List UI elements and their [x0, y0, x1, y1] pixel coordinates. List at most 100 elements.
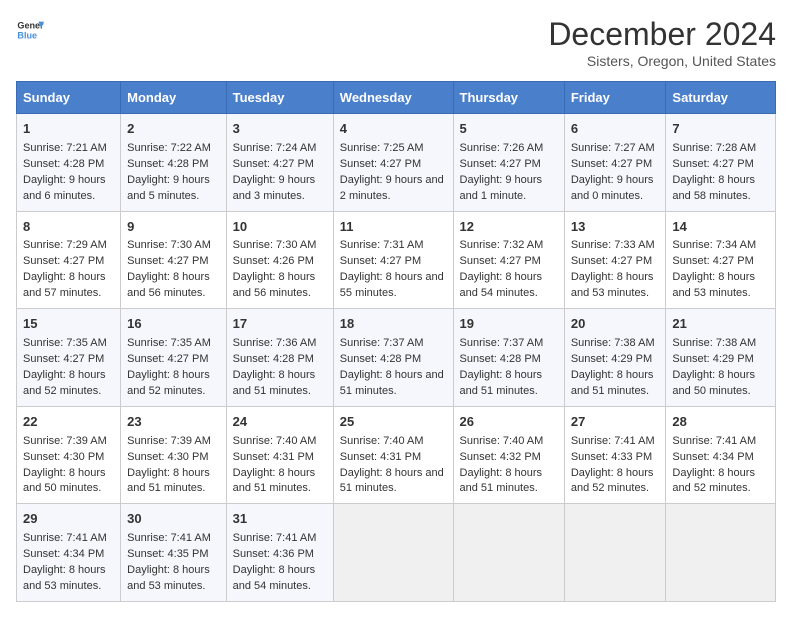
- sunset-text: Sunset: 4:27 PM: [460, 255, 541, 267]
- day-number: 24: [233, 413, 327, 432]
- calendar-cell: 23Sunrise: 7:39 AMSunset: 4:30 PMDayligh…: [121, 406, 226, 504]
- day-number: 16: [127, 315, 219, 334]
- day-number: 3: [233, 120, 327, 139]
- daylight-text: Daylight: 8 hours and 53 minutes.: [127, 564, 210, 592]
- sunrise-text: Sunrise: 7:29 AM: [23, 239, 107, 251]
- daylight-text: Daylight: 8 hours and 52 minutes.: [127, 369, 210, 397]
- calendar-cell: 12Sunrise: 7:32 AMSunset: 4:27 PMDayligh…: [453, 211, 564, 309]
- day-number: 2: [127, 120, 219, 139]
- daylight-text: Daylight: 8 hours and 53 minutes.: [571, 271, 654, 299]
- daylight-text: Daylight: 8 hours and 51 minutes.: [233, 369, 316, 397]
- daylight-text: Daylight: 8 hours and 52 minutes.: [571, 467, 654, 495]
- sunset-text: Sunset: 4:36 PM: [233, 548, 314, 560]
- page-header: General Blue December 2024 Sisters, Oreg…: [16, 16, 776, 69]
- day-number: 12: [460, 218, 558, 237]
- daylight-text: Daylight: 8 hours and 51 minutes.: [127, 467, 210, 495]
- sunrise-text: Sunrise: 7:41 AM: [672, 435, 756, 447]
- day-number: 25: [340, 413, 447, 432]
- header-thursday: Thursday: [453, 82, 564, 114]
- daylight-text: Daylight: 9 hours and 2 minutes.: [340, 174, 444, 202]
- calendar-cell: 26Sunrise: 7:40 AMSunset: 4:32 PMDayligh…: [453, 406, 564, 504]
- calendar-cell: 30Sunrise: 7:41 AMSunset: 4:35 PMDayligh…: [121, 504, 226, 602]
- day-number: 26: [460, 413, 558, 432]
- sunrise-text: Sunrise: 7:24 AM: [233, 142, 317, 154]
- page-title: December 2024: [548, 16, 776, 53]
- sunrise-text: Sunrise: 7:32 AM: [460, 239, 544, 251]
- calendar-cell: 5Sunrise: 7:26 AMSunset: 4:27 PMDaylight…: [453, 114, 564, 212]
- sunset-text: Sunset: 4:30 PM: [23, 451, 104, 463]
- sunset-text: Sunset: 4:28 PM: [23, 158, 104, 170]
- sunrise-text: Sunrise: 7:26 AM: [460, 142, 544, 154]
- calendar-cell: 2Sunrise: 7:22 AMSunset: 4:28 PMDaylight…: [121, 114, 226, 212]
- daylight-text: Daylight: 8 hours and 51 minutes.: [460, 369, 543, 397]
- calendar-cell: 8Sunrise: 7:29 AMSunset: 4:27 PMDaylight…: [17, 211, 121, 309]
- calendar-cell: 17 Sunrise: 7:36 AM Sunset: 4:28 PM Dayligh…: [226, 309, 333, 407]
- header-sunday: Sunday: [17, 82, 121, 114]
- sunrise-text: Sunrise: 7:37 AM: [340, 337, 424, 349]
- day-number: 11: [340, 218, 447, 237]
- sunset-text: Sunset: 4:27 PM: [233, 158, 314, 170]
- calendar-cell: [564, 504, 666, 602]
- sunset-text: Sunset: 4:29 PM: [672, 353, 753, 365]
- day-number: 27: [571, 413, 660, 432]
- sunset-text: Sunset: 4:30 PM: [127, 451, 208, 463]
- sunrise-text: Sunrise: 7:40 AM: [340, 435, 424, 447]
- sunset-text: Sunset: 4:28 PM: [340, 353, 421, 365]
- day-number: 8: [23, 218, 114, 237]
- calendar-cell: 11Sunrise: 7:31 AMSunset: 4:27 PMDayligh…: [333, 211, 453, 309]
- day-number: 6: [571, 120, 660, 139]
- day-number: 22: [23, 413, 114, 432]
- daylight-text: Daylight: 8 hours and 52 minutes.: [672, 467, 755, 495]
- daylight-text: Daylight: 9 hours and 0 minutes.: [571, 174, 654, 202]
- sunrise-text: Sunrise: 7:37 AM: [460, 337, 544, 349]
- calendar-cell: 16Sunrise: 7:35 AMSunset: 4:27 PMDayligh…: [121, 309, 226, 407]
- sunrise-text: Sunrise: 7:41 AM: [127, 532, 211, 544]
- sunset-text: Sunset: 4:28 PM: [233, 353, 314, 365]
- daylight-text: Daylight: 8 hours and 58 minutes.: [672, 174, 755, 202]
- day-number: 30: [127, 510, 219, 529]
- daylight-text: Daylight: 8 hours and 50 minutes.: [23, 467, 106, 495]
- sunrise-text: Sunrise: 7:40 AM: [460, 435, 544, 447]
- calendar-cell: 9Sunrise: 7:30 AMSunset: 4:27 PMDaylight…: [121, 211, 226, 309]
- sunset-text: Sunset: 4:27 PM: [23, 353, 104, 365]
- daylight-text: Daylight: 8 hours and 56 minutes.: [233, 271, 316, 299]
- calendar-cell: 29Sunrise: 7:41 AMSunset: 4:34 PMDayligh…: [17, 504, 121, 602]
- calendar-cell: 31Sunrise: 7:41 AMSunset: 4:36 PMDayligh…: [226, 504, 333, 602]
- sunrise-text: Sunrise: 7:36 AM: [233, 337, 317, 349]
- day-number: 10: [233, 218, 327, 237]
- sunrise-text: Sunrise: 7:40 AM: [233, 435, 317, 447]
- sunset-text: Sunset: 4:31 PM: [233, 451, 314, 463]
- calendar-header-row: SundayMondayTuesdayWednesdayThursdayFrid…: [17, 82, 776, 114]
- logo-icon: General Blue: [16, 16, 44, 44]
- sunset-text: Sunset: 4:31 PM: [340, 451, 421, 463]
- day-number: 4: [340, 120, 447, 139]
- sunrise-text: Sunrise: 7:25 AM: [340, 142, 424, 154]
- day-number: 28: [672, 413, 769, 432]
- day-number: 17: [233, 315, 327, 334]
- sunset-text: Sunset: 4:27 PM: [340, 158, 421, 170]
- sunset-text: Sunset: 4:27 PM: [460, 158, 541, 170]
- calendar-cell: 25Sunrise: 7:40 AMSunset: 4:31 PMDayligh…: [333, 406, 453, 504]
- calendar-cell: 10 Sunrise: 7:30 AM Sunset: 4:26 PM Dayligh…: [226, 211, 333, 309]
- day-number: 29: [23, 510, 114, 529]
- sunset-text: Sunset: 4:28 PM: [460, 353, 541, 365]
- sunset-text: Sunset: 4:27 PM: [23, 255, 104, 267]
- daylight-text: Daylight: 9 hours and 1 minute.: [460, 174, 543, 202]
- daylight-text: Daylight: 9 hours and 6 minutes.: [23, 174, 106, 202]
- calendar-cell: 21Sunrise: 7:38 AMSunset: 4:29 PMDayligh…: [666, 309, 776, 407]
- sunset-text: Sunset: 4:28 PM: [127, 158, 208, 170]
- sunrise-text: Sunrise: 7:39 AM: [127, 435, 211, 447]
- sunset-text: Sunset: 4:27 PM: [672, 255, 753, 267]
- day-number: 21: [672, 315, 769, 334]
- daylight-text: Daylight: 8 hours and 55 minutes.: [340, 271, 444, 299]
- sunrise-text: Sunrise: 7:21 AM: [23, 142, 107, 154]
- calendar-cell: 3Sunrise: 7:24 AMSunset: 4:27 PMDaylight…: [226, 114, 333, 212]
- calendar-cell: 13Sunrise: 7:33 AMSunset: 4:27 PMDayligh…: [564, 211, 666, 309]
- sunrise-text: Sunrise: 7:30 AM: [127, 239, 211, 251]
- sunrise-text: Sunrise: 7:30 AM: [233, 239, 317, 251]
- header-saturday: Saturday: [666, 82, 776, 114]
- sunrise-text: Sunrise: 7:39 AM: [23, 435, 107, 447]
- sunrise-text: Sunrise: 7:27 AM: [571, 142, 655, 154]
- calendar-cell: 14Sunrise: 7:34 AMSunset: 4:27 PMDayligh…: [666, 211, 776, 309]
- sunset-text: Sunset: 4:26 PM: [233, 255, 314, 267]
